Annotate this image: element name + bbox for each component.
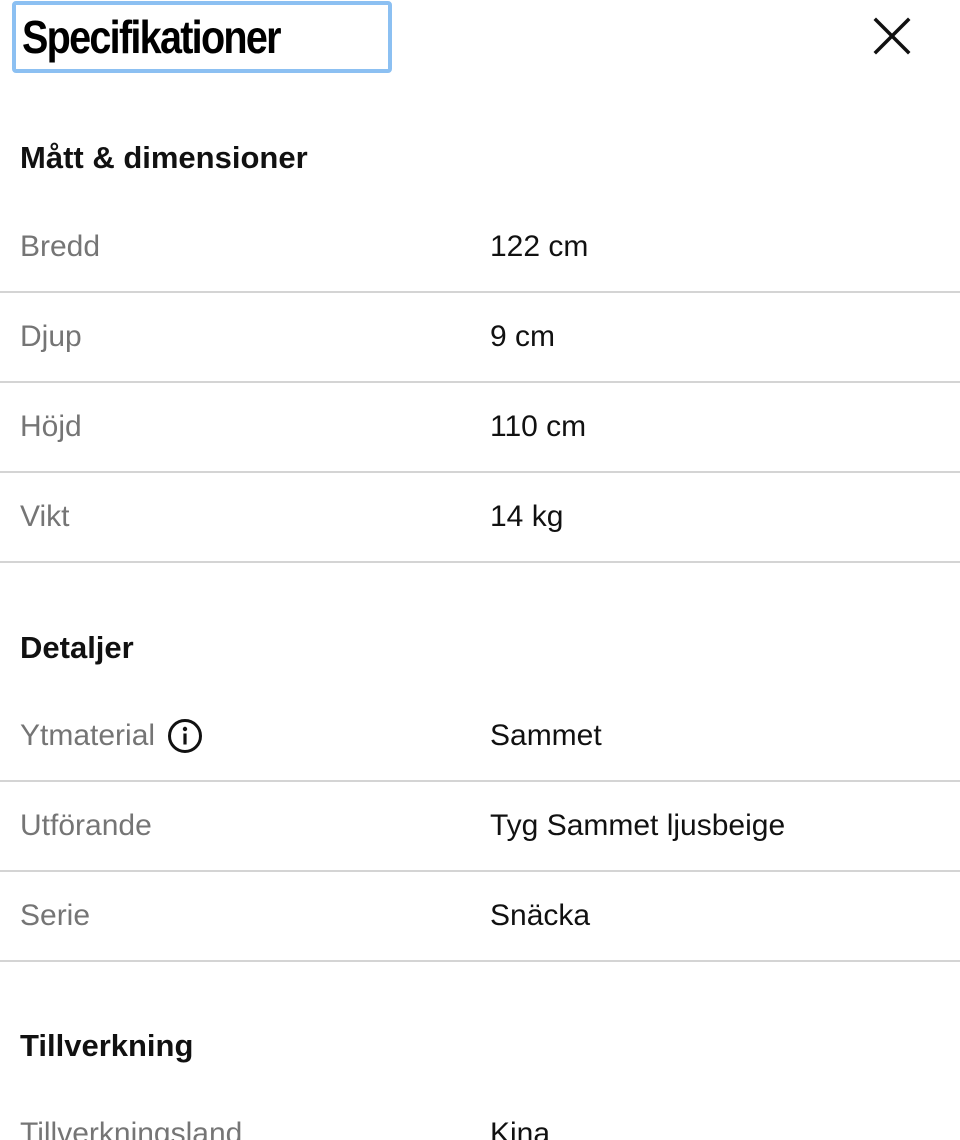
info-icon[interactable] bbox=[167, 718, 203, 754]
spec-value: 122 cm bbox=[490, 230, 589, 263]
spec-row-height: Höjd 110 cm bbox=[0, 383, 960, 473]
spec-row-width: Bredd 122 cm bbox=[0, 203, 960, 293]
page-title: Specifikationer bbox=[22, 11, 282, 63]
section-heading-details: Detaljer bbox=[20, 630, 134, 665]
spec-label-with-info: Ytmaterial bbox=[20, 692, 203, 780]
spec-value: Kina bbox=[490, 1117, 551, 1140]
spec-label: Serie bbox=[20, 899, 91, 932]
spec-value: 110 cm bbox=[490, 410, 587, 443]
spec-value: Sammet bbox=[490, 719, 602, 752]
spec-value: Tyg Sammet ljusbeige bbox=[490, 809, 786, 842]
spec-label: Bredd bbox=[20, 230, 101, 263]
spec-label: Vikt bbox=[20, 500, 70, 533]
spec-label: Utförande bbox=[20, 809, 152, 842]
close-icon bbox=[873, 17, 911, 55]
close-button[interactable] bbox=[868, 12, 916, 60]
spec-label: Tillverkningsland bbox=[20, 1117, 243, 1140]
spec-row-country: Tillverkningsland Kina bbox=[0, 1090, 960, 1140]
spec-label: Höjd bbox=[20, 410, 82, 443]
spec-label: Ytmaterial bbox=[20, 719, 156, 752]
title-focus-outline: Specifikationer bbox=[12, 1, 392, 73]
spec-row-weight: Vikt 14 kg bbox=[0, 473, 960, 563]
spec-row-depth: Djup 9 cm bbox=[0, 293, 960, 383]
section-heading-dimensions: Mått & dimensioner bbox=[20, 140, 308, 175]
spec-label: Djup bbox=[20, 320, 82, 353]
spec-row-finish: Utförande Tyg Sammet ljusbeige bbox=[0, 782, 960, 872]
spec-value: 14 kg bbox=[490, 500, 564, 533]
spec-row-surface-material: Ytmaterial Sammet bbox=[0, 692, 960, 782]
spec-value: 9 cm bbox=[490, 320, 556, 353]
section-heading-manufacturing: Tillverkning bbox=[20, 1028, 194, 1063]
spec-value: Snäcka bbox=[490, 899, 591, 932]
specifications-panel: Specifikationer Mått & dimensioner Bredd… bbox=[0, 0, 960, 1140]
spec-row-series: Serie Snäcka bbox=[0, 872, 960, 962]
